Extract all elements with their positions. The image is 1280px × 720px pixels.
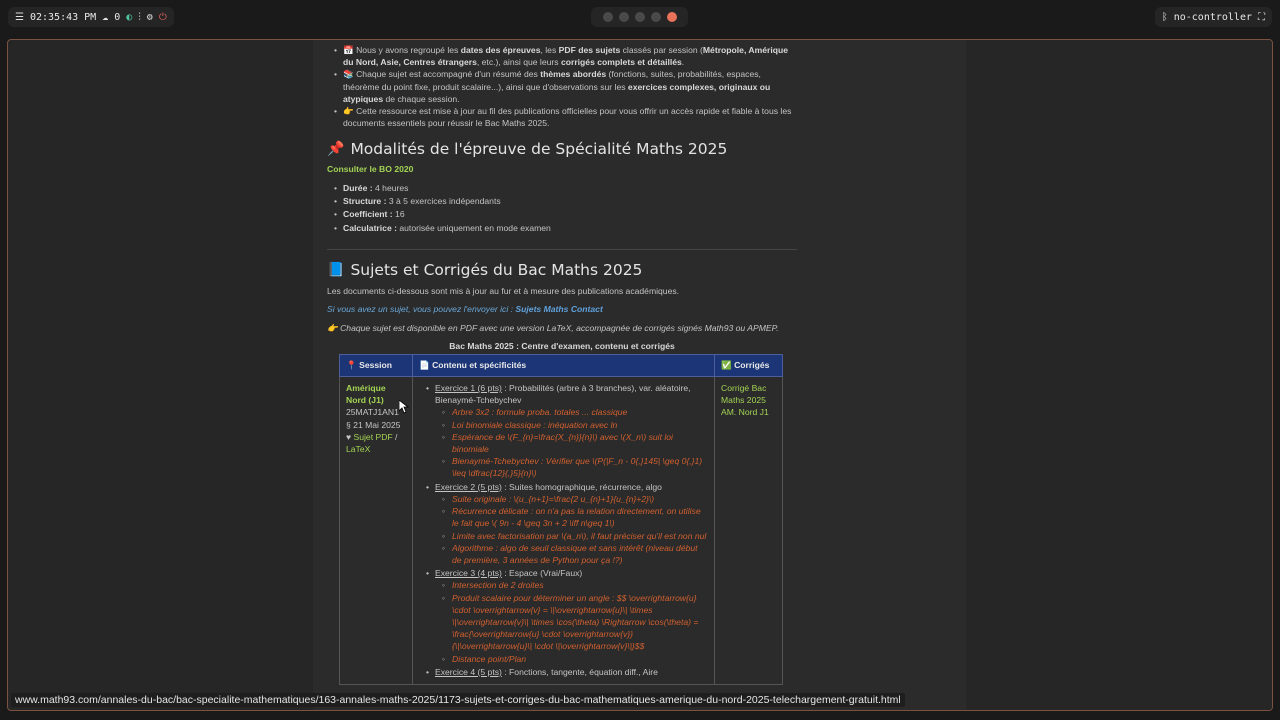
sujets-heading: 📘 Sujets et Corrigés du Bac Maths 2025 bbox=[327, 261, 643, 280]
exercise-item: Exercice 2 (5 pts) : Suites homographiqu… bbox=[426, 481, 708, 566]
sliders-icon[interactable]: ☰ bbox=[15, 12, 24, 23]
exercise-title: Exercice 1 (6 pts) bbox=[435, 383, 502, 394]
header-session: 📍 Session bbox=[339, 354, 413, 378]
table-caption: Bac Maths 2025 : Centre d'examen, conten… bbox=[449, 340, 675, 351]
system-tray-right: ᛒ no-controller ⛶ bbox=[1154, 7, 1272, 27]
exercise-title: Exercice 3 (4 pts) bbox=[435, 568, 502, 579]
exercise-note: Espérance de \(F_{n}=\frac{X_{n}}{n}\) a… bbox=[442, 431, 708, 455]
sujet-pdf-link[interactable]: Sujet PDF bbox=[354, 432, 393, 442]
session-name: Amérique Nord (J1) bbox=[346, 383, 386, 406]
exercise-note: Limite avec factorisation par \(a_n\), i… bbox=[442, 530, 708, 542]
desktop-topbar: ☰ 02:35:43 PM ☁ 0 ◐ ⫶ ⚙ ⏻ ᛒ no-controlle… bbox=[0, 0, 1280, 36]
bo-link-row: Consulter le BO 2020 bbox=[327, 163, 797, 175]
refresh-icon[interactable]: ◐ bbox=[126, 12, 132, 23]
cloud-icon[interactable]: ☁ bbox=[102, 12, 108, 23]
modalites-list: Durée : 4 heures Structure : 3 à 5 exerc… bbox=[327, 182, 797, 236]
exercise-note: Intersection de 2 droites bbox=[442, 579, 708, 591]
exercise-title: Exercice 4 (5 pts) bbox=[435, 666, 502, 677]
exercise-item: Exercice 1 (6 pts) : Probabilités (arbre… bbox=[426, 382, 708, 480]
bo-2020-link[interactable]: Consulter le BO 2020 bbox=[327, 164, 413, 174]
clock: 02:35:43 PM bbox=[29, 11, 97, 23]
exercise-title: Exercice 2 (5 pts) bbox=[435, 481, 502, 492]
exercise-note: Algorithme : algo de seuil classique et … bbox=[442, 542, 708, 566]
exercise-notes: Suite originale : \(u_{n+1}=\frac{2 u_{n… bbox=[435, 493, 708, 566]
steam-icon[interactable]: ⚙ bbox=[147, 12, 153, 23]
exercise-note: Distance point/Plan bbox=[442, 653, 708, 665]
workspace-1[interactable] bbox=[602, 12, 613, 22]
exercise-note: Produit scalaire pour déterminer un angl… bbox=[442, 592, 708, 653]
blue-book-icon: 📘 bbox=[327, 262, 345, 279]
session-cell: Amérique Nord (J1) 25MATJ1AN1 § 21 Mai 2… bbox=[339, 376, 413, 685]
exercise-note: Loi binomiale classique : inéquation ave… bbox=[442, 419, 708, 431]
modalite-item: Coefficient : 16 bbox=[334, 208, 797, 222]
sujets-intro: Les documents ci-dessous sont mis à jour… bbox=[327, 286, 680, 297]
pushpin-icon: 📌 bbox=[327, 141, 345, 158]
latex-link[interactable]: LaTeX bbox=[346, 444, 370, 454]
modalites-heading: 📌 Modalités de l'épreuve de Spécialité M… bbox=[327, 140, 728, 159]
intro-item-themes: 📚 Chaque sujet est accompagné d'un résum… bbox=[334, 68, 797, 105]
workspace-5-active[interactable] bbox=[666, 12, 677, 22]
exercise-item: Exercice 3 (4 pts) : Espace (Vrai/Faux) … bbox=[426, 567, 708, 665]
modalite-item: Calculatrice : autorisée uniquement en m… bbox=[334, 222, 797, 236]
audio-icon[interactable]: ⫶ bbox=[138, 12, 141, 23]
workspace-2[interactable] bbox=[618, 12, 629, 22]
workspace-4[interactable] bbox=[650, 12, 661, 22]
modalite-item: Structure : 3 à 5 exercices indépendants bbox=[334, 195, 797, 209]
browser-window: 📅 Nous y avons regroupé les dates des ép… bbox=[7, 39, 1273, 711]
exercise-note: Suite originale : \(u_{n+1}=\frac{2 u_{n… bbox=[442, 493, 708, 505]
exercise-item: Exercice 4 (5 pts) : Fonctions, tangente… bbox=[426, 666, 708, 678]
page-right-margin bbox=[966, 40, 1272, 710]
network-icon[interactable]: ⛶ bbox=[1258, 12, 1265, 23]
corrige-link[interactable]: Corrigé Bac Maths 2025 AM. Nord J1 bbox=[721, 383, 769, 417]
exercise-note: Bienaymé-Tchebychev : Vérifier que \(P(|… bbox=[442, 455, 708, 479]
intro-item-updates: 👉 Cette ressource est mise à jour au fil… bbox=[334, 105, 797, 129]
link-status-url: www.math93.com/annales-du-bac/bac-specia… bbox=[11, 693, 905, 707]
session-code: 25MATJ1AN1 bbox=[346, 407, 399, 418]
intro-item-dates: 📅 Nous y avons regroupé les dates des ép… bbox=[334, 44, 797, 68]
article-page: 📅 Nous y avons regroupé les dates des ép… bbox=[313, 40, 966, 710]
cloud-count: 0 bbox=[114, 11, 121, 23]
exercise-note: Arbre 3x2 : formule proba. totales ... c… bbox=[442, 406, 708, 418]
header-contenu: 📄 Contenu et spécificités bbox=[412, 354, 715, 378]
power-icon[interactable]: ⏻ bbox=[159, 12, 167, 23]
table-row: Amérique Nord (J1) 25MATJ1AN1 § 21 Mai 2… bbox=[339, 376, 783, 685]
header-corriges: ✅ Corrigés bbox=[714, 354, 783, 378]
article-content: 📅 Nous y avons regroupé les dates des ép… bbox=[327, 44, 797, 685]
exercise-note: Récurrence délicate : on n'a pas la rela… bbox=[442, 505, 708, 529]
workspace-switcher bbox=[591, 7, 688, 27]
sujets-contact-link[interactable]: Sujets Maths Contact bbox=[515, 304, 602, 314]
workspace-3[interactable] bbox=[634, 12, 645, 22]
session-date: § 21 Mai 2025 bbox=[346, 419, 401, 430]
modalite-item: Durée : 4 heures bbox=[334, 182, 797, 196]
corriges-cell: Corrigé Bac Maths 2025 AM. Nord J1 bbox=[714, 376, 783, 685]
divider bbox=[327, 249, 797, 251]
contenu-cell: Exercice 1 (6 pts) : Probabilités (arbre… bbox=[412, 376, 715, 685]
exercise-notes: Intersection de 2 droites Produit scalai… bbox=[435, 579, 708, 665]
table-header-row: 📍 Session 📄 Contenu et spécificités ✅ Co… bbox=[339, 354, 783, 378]
intro-list: 📅 Nous y avons regroupé les dates des ép… bbox=[327, 44, 797, 129]
exercise-list: Exercice 1 (6 pts) : Probabilités (arbre… bbox=[419, 382, 708, 678]
system-tray-left: ☰ 02:35:43 PM ☁ 0 ◐ ⫶ ⚙ ⏻ bbox=[8, 7, 174, 27]
bluetooth-icon[interactable]: ᛒ bbox=[1162, 12, 1168, 23]
page-left-margin bbox=[13, 40, 320, 710]
send-subject-line: Si vous avez un sujet, vous pouvez l'env… bbox=[327, 304, 603, 315]
controller-status: no-controller bbox=[1173, 11, 1252, 23]
exercise-notes: Arbre 3x2 : formule proba. totales ... c… bbox=[435, 406, 708, 479]
session-links: ♥ Sujet PDF / LaTeX bbox=[346, 431, 398, 455]
pdf-note: 👉 Chaque sujet est disponible en PDF ave… bbox=[327, 322, 779, 333]
